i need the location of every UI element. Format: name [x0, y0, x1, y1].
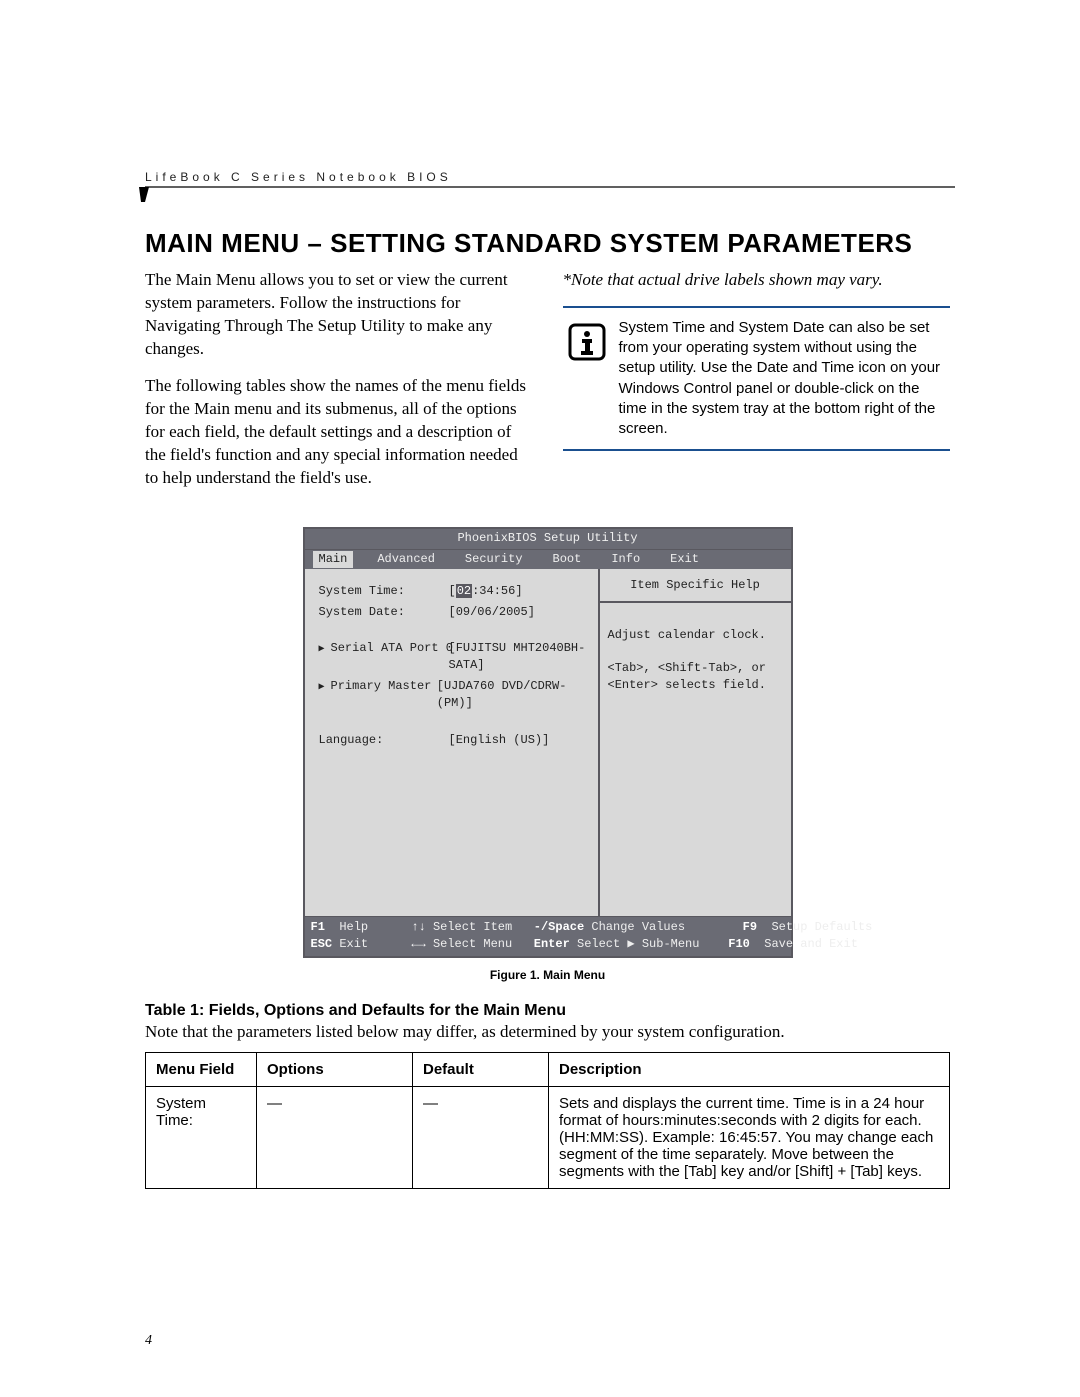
bios-tabs: Main Advanced Security Boot Info Exit	[305, 549, 791, 569]
key-f9: F9	[743, 919, 757, 936]
value-system-date: [09/06/2005]	[449, 604, 535, 621]
header-rule	[145, 188, 950, 206]
key-enter: Enter	[534, 936, 570, 953]
tab-info[interactable]: Info	[605, 551, 646, 568]
callout-text: System Time and System Date can also be …	[619, 318, 947, 440]
field-table: Menu Field Options Default Description S…	[145, 1052, 950, 1189]
cell-default: —	[413, 1086, 549, 1188]
row-primary-master[interactable]: ▶ Primary Master [UJDA760 DVD/CDRW-(PM)]	[319, 678, 588, 713]
cell-menu-field: System Time:	[146, 1086, 257, 1188]
label-system-time: System Time:	[319, 583, 449, 600]
key-f1: F1	[311, 919, 325, 936]
table-title: Table 1: Fields, Options and Defaults fo…	[145, 1002, 950, 1020]
info-icon	[567, 322, 607, 369]
row-sata[interactable]: ▶ Serial ATA Port 0 [FUJITSU MHT2040BH-S…	[319, 640, 588, 675]
value-system-time: [02:34:56]	[449, 583, 523, 600]
left-column: The Main Menu allows you to set or view …	[145, 269, 533, 503]
key-esc: ESC	[311, 936, 333, 953]
key-leftright: ←→	[411, 936, 433, 953]
label-language: Language:	[319, 732, 449, 749]
info-callout: System Time and System Date can also be …	[563, 306, 951, 452]
table-row: System Time: — — Sets and displays the c…	[146, 1086, 950, 1188]
figure-caption: Figure 1. Main Menu	[145, 968, 950, 982]
th-description: Description	[549, 1052, 950, 1086]
tab-main[interactable]: Main	[313, 551, 354, 568]
intro-paragraph-2: The following tables show the names of t…	[145, 375, 533, 490]
bios-footer: F1 Help ↑↓ Select Item -/Space Change Va…	[305, 916, 791, 956]
help-line-1: Adjust calendar clock.	[608, 627, 783, 644]
row-system-time[interactable]: System Time: [02:34:56]	[319, 583, 588, 600]
label-sata: ▶ Serial ATA Port 0	[319, 640, 449, 675]
row-system-date[interactable]: System Date: [09/06/2005]	[319, 604, 588, 621]
help-title: Item Specific Help	[608, 575, 783, 596]
cell-options: —	[257, 1086, 413, 1188]
th-options: Options	[257, 1052, 413, 1086]
key-f10: F10	[728, 936, 750, 953]
right-column: *Note that actual drive labels shown may…	[563, 269, 951, 503]
th-menu-field: Menu Field	[146, 1052, 257, 1086]
note-italic: *Note that actual drive labels shown may…	[563, 269, 951, 292]
table-note: Note that the parameters listed below ma…	[145, 1022, 950, 1042]
table-header-row: Menu Field Options Default Description	[146, 1052, 950, 1086]
page-title: MAIN MENU – SETTING STANDARD SYSTEM PARA…	[145, 228, 950, 259]
tab-exit[interactable]: Exit	[664, 551, 705, 568]
label-primary-master: ▶ Primary Master	[319, 678, 437, 713]
label-system-date: System Date:	[319, 604, 449, 621]
value-primary-master: [UJDA760 DVD/CDRW-(PM)]	[437, 678, 588, 713]
bios-main-panel: System Time: [02:34:56] System Date: [09…	[305, 569, 598, 916]
value-language: [English (US)]	[449, 732, 550, 749]
value-sata: [FUJITSU MHT2040BH-SATA]	[449, 640, 588, 675]
intro-paragraph-1: The Main Menu allows you to set or view …	[145, 269, 533, 361]
page-number: 4	[145, 1333, 152, 1349]
cell-description: Sets and displays the current time. Time…	[549, 1086, 950, 1188]
two-column-body: The Main Menu allows you to set or view …	[145, 269, 950, 503]
page: LifeBook C Series Notebook BIOS MAIN MEN…	[0, 0, 1080, 1397]
row-language[interactable]: Language: [English (US)]	[319, 732, 588, 749]
tab-advanced[interactable]: Advanced	[371, 551, 441, 568]
th-default: Default	[413, 1052, 549, 1086]
tab-security[interactable]: Security	[459, 551, 529, 568]
tab-boot[interactable]: Boot	[547, 551, 588, 568]
bios-title: PhoenixBIOS Setup Utility	[305, 529, 791, 548]
bios-screenshot: PhoenixBIOS Setup Utility Main Advanced …	[303, 527, 793, 957]
help-line-3: <Enter> selects field.	[608, 677, 783, 694]
bios-help-panel: Item Specific Help Adjust calendar clock…	[598, 569, 791, 916]
key-updown: ↑↓	[411, 919, 433, 936]
running-head: LifeBook C Series Notebook BIOS	[145, 170, 950, 186]
help-line-2: <Tab>, <Shift-Tab>, or	[608, 660, 783, 677]
key-minus-space: -/Space	[534, 919, 584, 936]
